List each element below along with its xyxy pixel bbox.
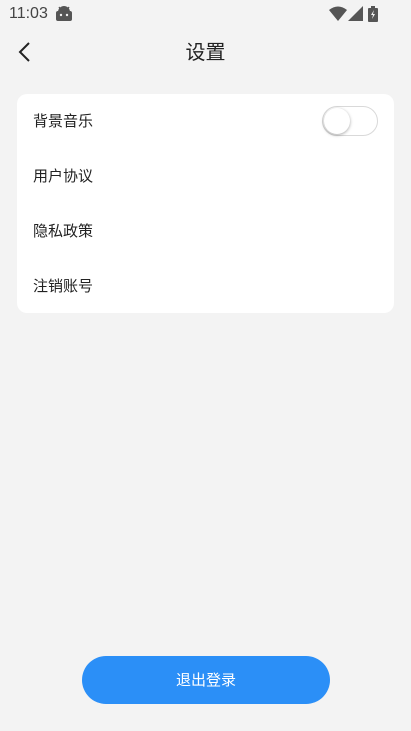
background-music-toggle[interactable] <box>322 106 378 136</box>
status-icons <box>329 6 381 22</box>
settings-item-label: 注销账号 <box>33 277 94 295</box>
cell-signal-icon <box>348 6 363 21</box>
settings-item-user-agreement[interactable]: 用户协议 <box>17 149 394 204</box>
settings-item-delete-account[interactable]: 注销账号 <box>17 259 394 314</box>
status-bar: 11:03 <box>0 0 411 28</box>
settings-card: 背景音乐 用户协议 隐私政策 注销账号 <box>17 94 394 313</box>
settings-item-background-music: 背景音乐 <box>17 94 394 149</box>
wifi-icon <box>329 6 347 21</box>
toggle-knob <box>324 108 350 134</box>
header: 设置 <box>0 30 411 74</box>
android-robot-icon <box>55 6 73 22</box>
page-title: 设置 <box>185 40 226 64</box>
settings-item-label: 用户协议 <box>33 167 94 185</box>
settings-item-label: 背景音乐 <box>33 112 94 130</box>
logout-button[interactable]: 退出登录 <box>82 656 330 704</box>
settings-item-label: 隐私政策 <box>33 222 94 240</box>
battery-charging-icon <box>368 6 378 22</box>
settings-item-privacy-policy[interactable]: 隐私政策 <box>17 204 394 259</box>
status-time: 11:03 <box>9 5 48 22</box>
settings-screen: 11:03 设置 背景音乐 用户协议 隐私政策 注销账号 退出登录 <box>0 0 411 731</box>
